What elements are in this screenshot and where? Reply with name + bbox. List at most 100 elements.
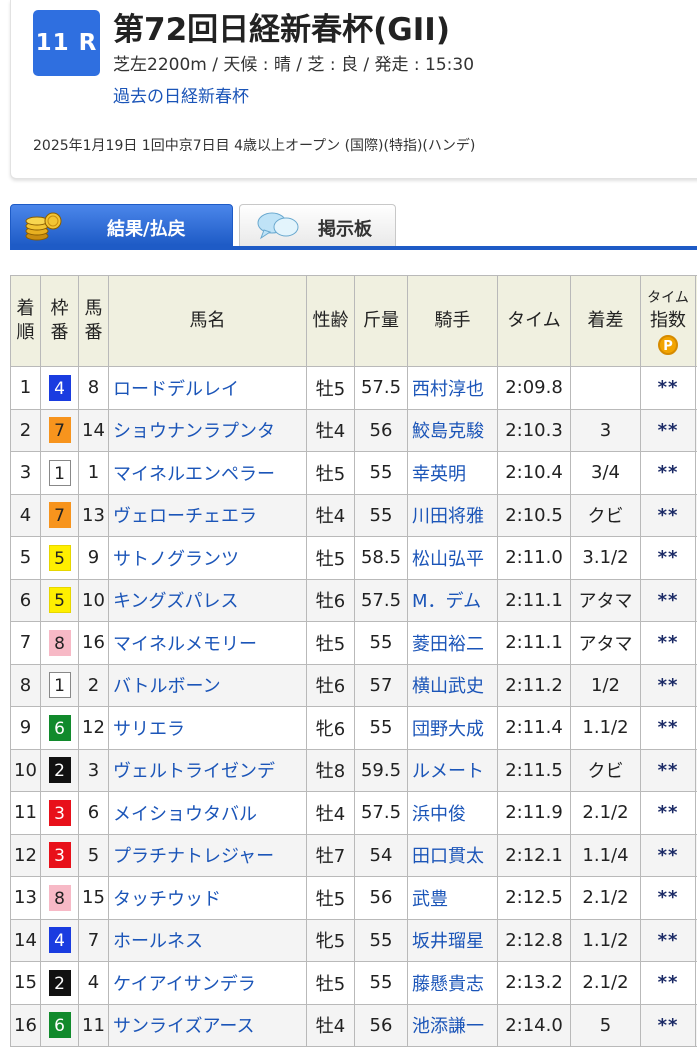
jockey-link[interactable]: 田口貫太 <box>407 833 498 877</box>
horse-name-link[interactable]: タッチウッド <box>108 876 307 920</box>
time-cell: 2:11.4 <box>497 706 571 750</box>
sex-age-cell: 牡7 <box>306 833 355 877</box>
jockey-link[interactable]: 浜中俊 <box>407 791 498 835</box>
jockey-link[interactable]: 団野大成 <box>407 706 498 750</box>
horse-name-link[interactable]: ショウナンラプンタ <box>108 408 307 452</box>
premium-badge-icon: P <box>658 335 678 355</box>
frame-badge: 5 <box>48 544 71 571</box>
tab-results[interactable]: 結果/払戻 <box>10 204 233 246</box>
horse-name-link[interactable]: キングズパレス <box>108 578 307 622</box>
frame-cell: 8 <box>40 621 79 665</box>
header-sex-age: 性齢 <box>306 275 355 367</box>
sex-age-cell: 牡4 <box>306 408 355 452</box>
margin-cell: クビ <box>570 493 641 537</box>
margin-cell: アタマ <box>570 578 641 622</box>
horse-number-cell: 16 <box>78 621 109 665</box>
sex-age-cell: 牡5 <box>306 621 355 665</box>
frame-cell: 7 <box>40 408 79 452</box>
jockey-link[interactable]: 川田将雅 <box>407 493 498 537</box>
margin-cell: 1/2 <box>570 663 641 707</box>
weight-cell: 57.5 <box>354 578 408 622</box>
header-time-index[interactable]: タイム 指数 P <box>640 275 696 367</box>
race-conditions: 芝左2200m / 天候 : 晴 / 芝 : 良 / 発走 : 15:30 <box>113 55 475 75</box>
jockey-link[interactable]: 菱田裕二 <box>407 621 498 665</box>
jockey-link[interactable]: ルメート <box>407 748 498 792</box>
jockey-link[interactable]: M．デム <box>407 578 498 622</box>
jockey-link[interactable]: 西村淳也 <box>407 366 498 410</box>
sex-age-cell: 牡8 <box>306 748 355 792</box>
rank-cell: 4 <box>10 493 41 537</box>
horse-number-cell: 10 <box>78 578 109 622</box>
time-index-cell: ** <box>640 876 696 920</box>
margin-cell: 3 <box>570 408 641 452</box>
time-cell: 2:10.5 <box>497 493 571 537</box>
frame-cell: 5 <box>40 536 79 580</box>
jockey-link[interactable]: 松山弘平 <box>407 536 498 580</box>
frame-badge: 3 <box>48 799 71 826</box>
tab-message-board[interactable]: 掲示板 <box>239 204 396 246</box>
time-index-cell: ** <box>640 578 696 622</box>
time-index-cell: ** <box>640 791 696 835</box>
weight-cell: 55 <box>354 451 408 495</box>
jockey-link[interactable]: 鮫島克駿 <box>407 408 498 452</box>
horse-number-cell: 9 <box>78 536 109 580</box>
horse-name-link[interactable]: マイネルメモリー <box>108 621 307 665</box>
horse-name-link[interactable]: サリエラ <box>108 706 307 750</box>
jockey-link[interactable]: 横山武史 <box>407 663 498 707</box>
horse-name-link[interactable]: バトルボーン <box>108 663 307 707</box>
horse-name-link[interactable]: プラチナトレジャー <box>108 833 307 877</box>
weight-cell: 59.5 <box>354 748 408 792</box>
results-table: 着順 枠番 馬番 馬名 性齢 斤量 騎手 タイム 着差 タイム 指数 P 148… <box>10 275 697 1047</box>
past-races-link[interactable]: 過去の日経新春杯 <box>113 82 249 107</box>
time-index-cell: ** <box>640 748 696 792</box>
sex-age-cell: 牡5 <box>306 961 355 1005</box>
jockey-link[interactable]: 武豊 <box>407 876 498 920</box>
sex-age-cell: 牡4 <box>306 493 355 537</box>
table-row: 11 3 6 メイショウタバル 牡4 57.5 浜中俊 2:11.9 2.1/2 ** <box>10 791 697 835</box>
time-cell: 2:12.5 <box>497 876 571 920</box>
time-cell: 2:12.8 <box>497 918 571 962</box>
frame-cell: 1 <box>40 451 79 495</box>
sex-age-cell: 牡5 <box>306 536 355 580</box>
sex-age-cell: 牝5 <box>306 918 355 962</box>
time-cell: 2:13.2 <box>497 961 571 1005</box>
horse-name-link[interactable]: マイネルエンペラー <box>108 451 307 495</box>
frame-cell: 2 <box>40 961 79 1005</box>
frame-badge: 3 <box>48 842 71 869</box>
horse-name-link[interactable]: ロードデルレイ <box>108 366 307 410</box>
frame-badge: 2 <box>48 757 71 784</box>
weight-cell: 56 <box>354 408 408 452</box>
horse-name-link[interactable]: ホールネス <box>108 918 307 962</box>
jockey-link[interactable]: 藤懸貴志 <box>407 961 498 1005</box>
horse-number-cell: 1 <box>78 451 109 495</box>
rank-cell: 3 <box>10 451 41 495</box>
margin-cell: 2.1/2 <box>570 961 641 1005</box>
horse-name-link[interactable]: サトノグランツ <box>108 536 307 580</box>
sex-age-cell: 牡4 <box>306 1003 355 1047</box>
weight-cell: 55 <box>354 961 408 1005</box>
horse-name-link[interactable]: サンライズアース <box>108 1003 307 1047</box>
rank-cell: 6 <box>10 578 41 622</box>
rank-cell: 14 <box>10 918 41 962</box>
jockey-link[interactable]: 幸英明 <box>407 451 498 495</box>
time-cell: 2:11.2 <box>497 663 571 707</box>
horse-name-link[interactable]: ヴェローチェエラ <box>108 493 307 537</box>
jockey-link[interactable]: 坂井瑠星 <box>407 918 498 962</box>
weight-cell: 55 <box>354 493 408 537</box>
jockey-link[interactable]: 池添謙一 <box>407 1003 498 1047</box>
frame-cell: 6 <box>40 1003 79 1047</box>
frame-cell: 1 <box>40 663 79 707</box>
header-weight: 斤量 <box>354 275 408 367</box>
horse-number-cell: 4 <box>78 961 109 1005</box>
frame-badge: 6 <box>48 714 71 741</box>
horse-name-link[interactable]: ヴェルトライゼンデ <box>108 748 307 792</box>
table-row: 13 8 15 タッチウッド 牡5 56 武豊 2:12.5 2.1/2 ** <box>10 876 697 920</box>
time-index-cell: ** <box>640 663 696 707</box>
frame-cell: 4 <box>40 918 79 962</box>
time-cell: 2:10.4 <box>497 451 571 495</box>
horse-name-link[interactable]: ケイアイサンデラ <box>108 961 307 1005</box>
rank-cell: 13 <box>10 876 41 920</box>
margin-cell: アタマ <box>570 621 641 665</box>
horse-name-link[interactable]: メイショウタバル <box>108 791 307 835</box>
sex-age-cell: 牝6 <box>306 706 355 750</box>
